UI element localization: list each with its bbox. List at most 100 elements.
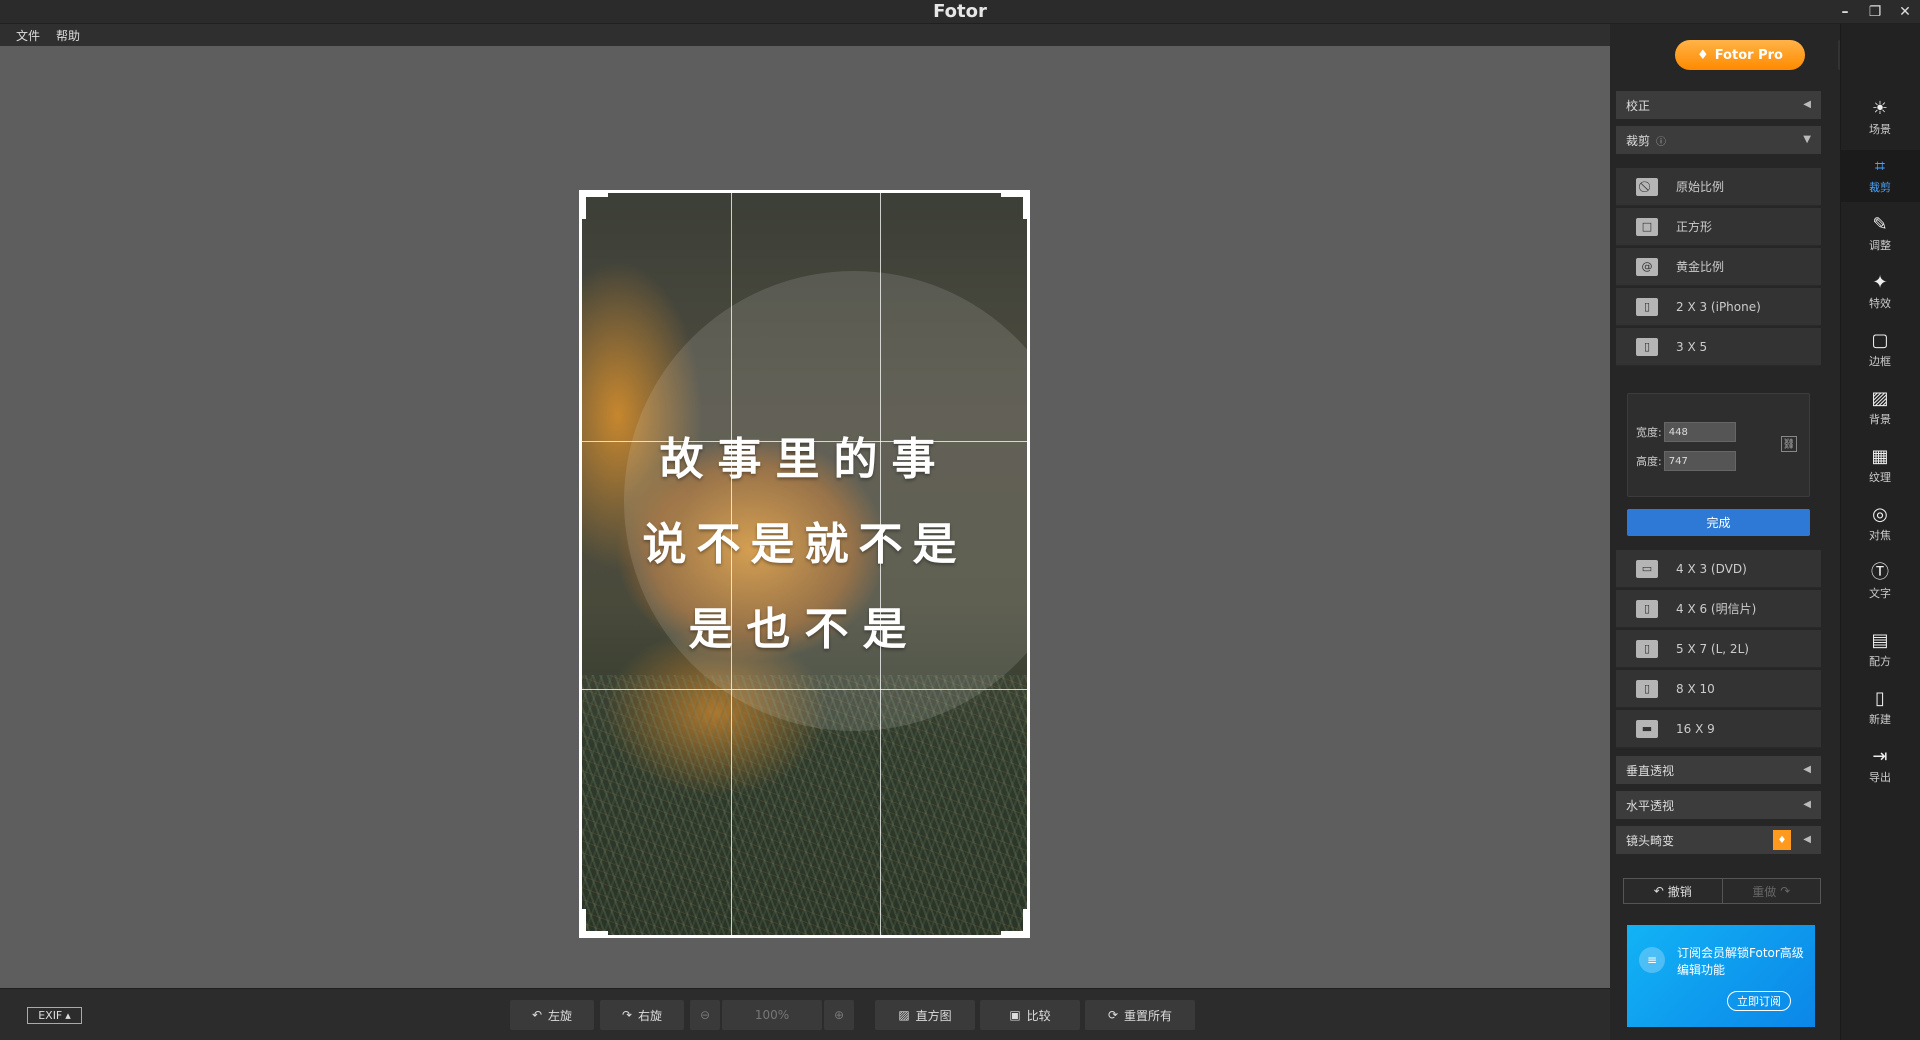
ratio-label: 2 X 3 (iPhone) [1676,299,1761,314]
section-correct-label: 校正 [1626,98,1651,113]
ratio-square[interactable]: □ 正方形 [1616,208,1821,246]
lock-ratio-icon[interactable]: ⛓ [1781,436,1797,452]
close-button[interactable]: ✕ [1890,0,1920,24]
ratio-label: 黄金比例 [1676,260,1725,274]
ratio-label: 8 X 10 [1676,681,1715,696]
section-lens-label: 镜头畸变 [1626,833,1675,848]
photo-circle-overlay [624,271,1027,731]
ratio-label: 4 X 6 (明信片) [1676,602,1757,616]
width-row: 宽度: 448 [1636,422,1736,442]
histogram-button[interactable]: ▨ 直方图 [875,1000,975,1030]
zoom-value: 100% [754,1008,790,1022]
sidebar-item-new[interactable]: ▯ 新建 [1840,682,1920,734]
quote-line-1: 故事里的事 [659,434,950,485]
sidebar-item-effects[interactable]: ✦ 特效 [1840,266,1920,318]
menu-file[interactable]: 文件 [16,27,40,44]
ratio-label: 3 X 5 [1676,339,1708,354]
ban-icon: ⃠ [1636,177,1658,196]
done-button[interactable]: 完成 [1627,509,1810,536]
histogram-label: 直方图 [915,1008,952,1023]
ratio-5x7[interactable]: ▯ 5 X 7 (L, 2L) [1616,630,1821,668]
sidebar-label: 调整 [1869,238,1891,252]
sidebar-item-texture[interactable]: ▦ 纹理 [1840,440,1920,492]
ratio-original[interactable]: ⃠ 原始比例 [1616,168,1821,206]
rotate-right-button[interactable]: ↷ 右旋 [600,1000,684,1030]
ratio-16x9[interactable]: ▬ 16 X 9 [1616,710,1821,748]
fotor-pro-button[interactable]: ♦ Fotor Pro [1675,40,1805,70]
pencil-icon: ✎ [1872,213,1888,235]
square-icon: □ [1636,217,1658,236]
portrait-icon: ▯ [1636,297,1658,316]
sidebar-item-crop[interactable]: ⌗ 裁剪 [1840,150,1920,202]
section-horizontal-label: 水平透视 [1626,798,1675,813]
section-horizontal-perspective[interactable]: 水平透视 ◀ [1616,791,1821,819]
reset-all-button[interactable]: ⟳ 重置所有 [1085,1000,1195,1030]
section-crop-label: 裁剪 [1626,133,1651,148]
sidebar-item-scene[interactable]: ☀ 场景 [1840,92,1920,144]
undo-label: 撤销 [1667,884,1692,899]
settings-sliders-icon: ≡ [1639,947,1665,973]
editor-canvas: 故事里的事 说不是就不是 是也不是 [0,46,1610,988]
crop-handle-top-right[interactable] [1001,193,1027,219]
zoom-in-button[interactable]: ⊕ [824,1000,854,1030]
section-vertical-perspective[interactable]: 垂直透视 ◀ [1616,756,1821,784]
app-title: Fotor [933,1,987,22]
menu-help[interactable]: 帮助 [56,27,80,44]
ratio-golden[interactable]: @ 黄金比例 [1616,248,1821,286]
crop-handle-bottom-left[interactable] [582,909,608,935]
crop-photo[interactable]: 故事里的事 说不是就不是 是也不是 [579,190,1030,938]
sidebar-item-focus[interactable]: ◎ 对焦 [1840,498,1920,550]
subscribe-button[interactable]: 立即订阅 [1727,991,1791,1011]
sidebar-item-export[interactable]: ⇥ 导出 [1840,740,1920,792]
help-icon[interactable]: ⓘ [1656,133,1666,148]
ratio-8x10[interactable]: ▯ 8 X 10 [1616,670,1821,708]
window-controls: – ❐ ✕ [1830,0,1920,24]
redo-button[interactable]: 重做 ↷ [1723,879,1821,903]
sidebar-item-frame[interactable]: ▢ 边框 [1840,324,1920,376]
title-bar: Fotor – ❐ ✕ [0,0,1920,24]
portrait-icon: ▯ [1636,639,1658,658]
height-input[interactable]: 747 [1663,451,1736,471]
ratio-2x3[interactable]: ▯ 2 X 3 (iPhone) [1616,288,1821,326]
crop-handle-top-left[interactable] [582,193,608,219]
compare-button[interactable]: ▣ 比较 [980,1000,1080,1030]
zoom-out-button[interactable]: ⊖ [690,1000,720,1030]
promo-text: 订阅会员解锁Fotor高级编辑功能 [1677,946,1804,977]
sidebar-item-adjust[interactable]: ✎ 调整 [1840,208,1920,260]
rotate-left-button[interactable]: ↶ 左旋 [510,1000,594,1030]
restore-button[interactable]: ❐ [1860,0,1890,24]
exif-label: EXIF [38,1009,63,1022]
exif-button[interactable]: EXIF ▴ [27,1007,82,1024]
crop-handle-bottom-right[interactable] [1001,909,1027,935]
crop-grid-line [731,193,732,935]
ratio-3x5[interactable]: ▯ 3 X 5 [1616,328,1821,366]
section-crop[interactable]: 裁剪 ⓘ ▼ [1616,126,1821,154]
section-lens-distortion[interactable]: 镜头畸变 ♦ ◀ [1616,826,1821,854]
width-input[interactable]: 448 [1663,422,1736,442]
promo-banner[interactable]: ≡ 订阅会员解锁Fotor高级编辑功能 立即订阅 [1627,925,1815,1027]
ratio-4x3[interactable]: ▭ 4 X 3 (DVD) [1616,550,1821,588]
frame-icon: ▢ [1871,329,1889,351]
sidebar-item-background[interactable]: ▨ 背景 [1840,382,1920,434]
sidebar-item-recipe[interactable]: ▤ 配方 [1840,624,1920,676]
minimize-button[interactable]: – [1830,0,1860,24]
section-correct[interactable]: 校正 ◀ [1616,91,1821,119]
portrait-icon: ▯ [1636,599,1658,618]
sparkle-icon: ✦ [1872,271,1888,293]
width-label: 宽度: [1636,426,1662,439]
reset-all-label: 重置所有 [1124,1008,1173,1023]
pro-badge-icon: ♦ [1773,830,1791,850]
sidebar-item-text[interactable]: Ⓣ 文字 [1840,556,1920,608]
sidebar-label: 纹理 [1869,470,1891,484]
undo-icon: ↶ [1653,884,1664,898]
redo-label: 重做 [1752,884,1777,899]
sidebar-label: 裁剪 [1869,180,1891,194]
reset-icon: ⟳ [1107,1008,1119,1022]
custom-size-box: 宽度: 448 高度: 747 ⛓ [1627,393,1810,497]
collapse-arrow-icon: ◀ [1803,99,1811,110]
portrait-icon: ▯ [1636,679,1658,698]
ratio-4x6[interactable]: ▯ 4 X 6 (明信片) [1616,590,1821,628]
caret-up-icon: ▴ [65,1009,71,1022]
undo-button[interactable]: ↶ 撤销 [1624,879,1723,903]
crop-grid-line [880,193,881,935]
